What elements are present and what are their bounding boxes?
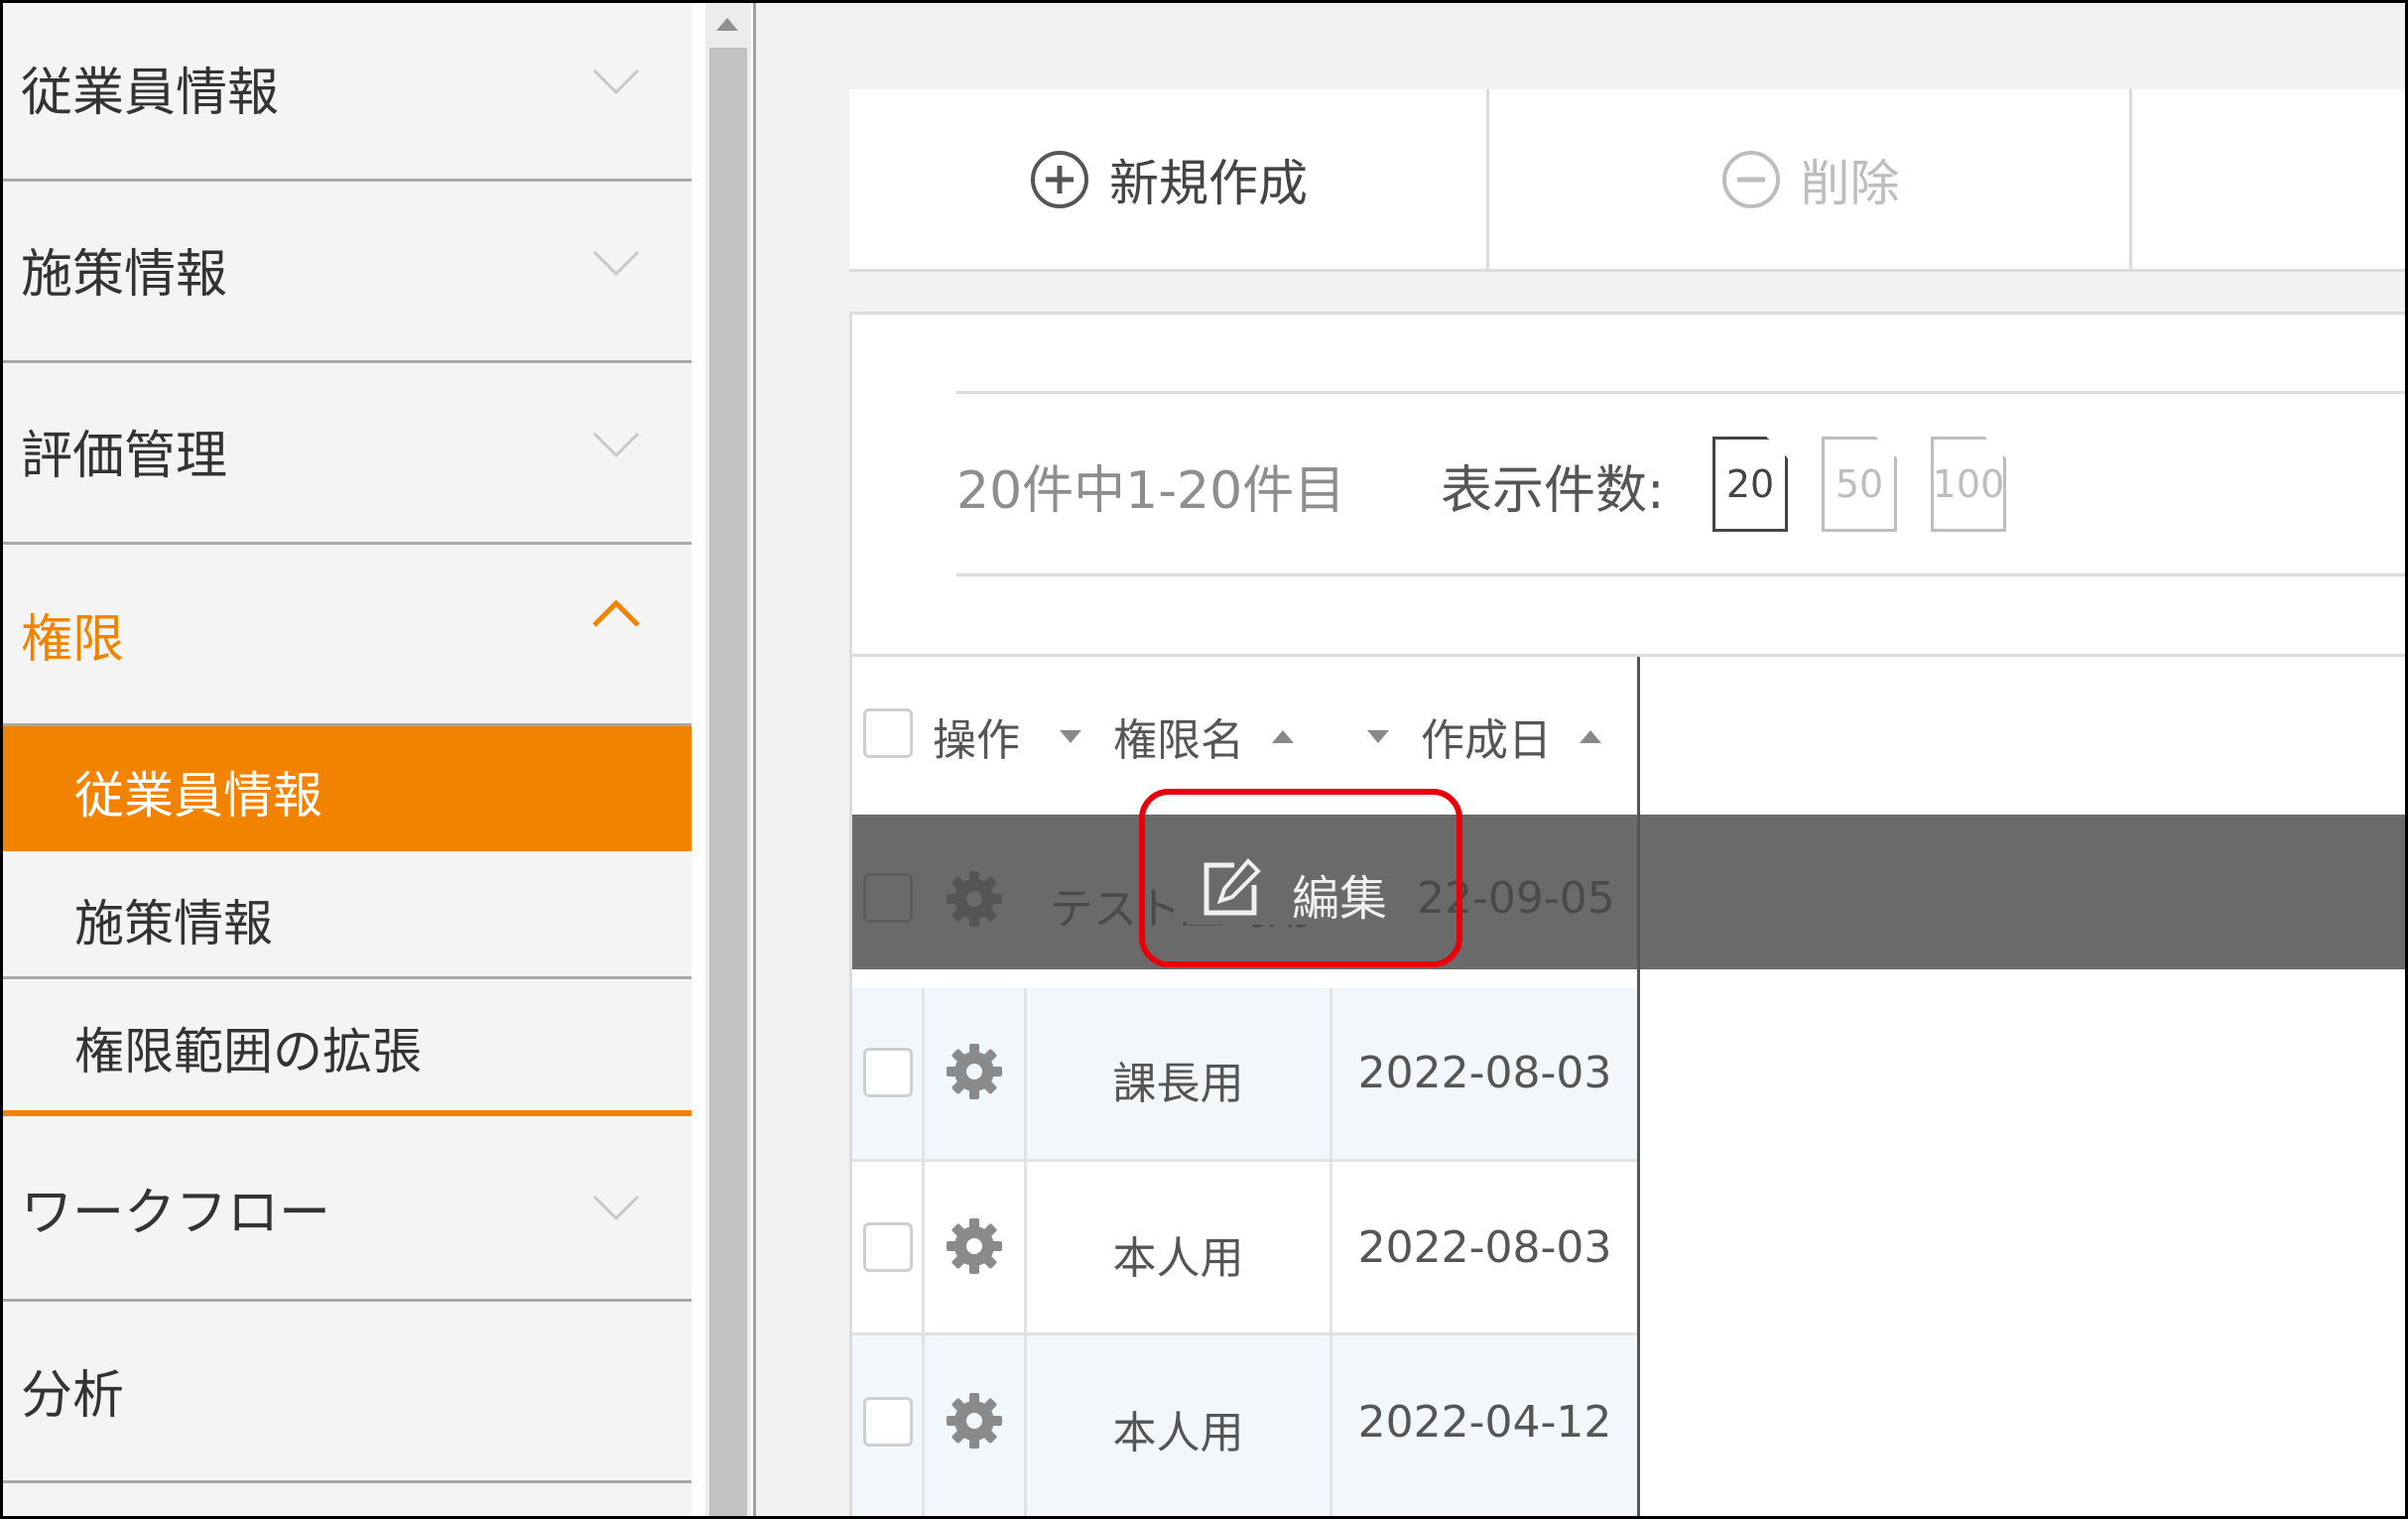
minus-circle-icon bbox=[1721, 150, 1780, 208]
sidebar-item-analysis[interactable]: 分析 bbox=[3, 1302, 692, 1483]
page-size-100[interactable]: 100 bbox=[1931, 437, 2006, 532]
row-permission-name: 課長用 bbox=[1112, 1059, 1244, 1109]
row-checkbox[interactable] bbox=[863, 1048, 913, 1097]
scroll-up-arrow-icon[interactable] bbox=[716, 18, 738, 31]
chevron-down-icon bbox=[592, 1195, 640, 1221]
row-created-date: 2022-08-03 bbox=[1357, 1222, 1612, 1273]
sidebar-subitem-label: 施策情報 bbox=[74, 895, 273, 952]
sidebar-subitem-label: 権限範囲の拡張 bbox=[74, 1023, 422, 1080]
row-checkbox[interactable] bbox=[863, 1397, 913, 1447]
sidebar-item-evaluation[interactable]: 評価管理 bbox=[3, 366, 692, 545]
sidebar-subitem-permission-scope[interactable]: 権限範囲の拡張 bbox=[3, 982, 692, 1107]
chevron-down-icon bbox=[592, 250, 640, 277]
sort-asc-icon[interactable] bbox=[1272, 730, 1294, 743]
sidebar-subitem-employee-info[interactable]: 従業員情報 bbox=[3, 726, 692, 851]
scrollbar-thumb[interactable] bbox=[709, 48, 747, 1516]
row-permission-name: 本人用 bbox=[1112, 1233, 1244, 1284]
gear-icon[interactable] bbox=[943, 1040, 1006, 1103]
plus-circle-icon bbox=[1031, 150, 1088, 208]
toolbar: 新規作成 削除 bbox=[849, 89, 2405, 272]
chevron-down-icon bbox=[592, 68, 640, 95]
sidebar-item-workflow[interactable]: ワークフロー bbox=[3, 1119, 692, 1302]
toolbar-separator bbox=[2129, 89, 2132, 269]
delete-button[interactable]: 削除 bbox=[1489, 89, 2129, 269]
sort-desc-icon[interactable] bbox=[1367, 730, 1389, 743]
row-checkbox[interactable] bbox=[863, 1222, 913, 1272]
pagination-bottom-border bbox=[956, 573, 2405, 576]
sidebar-subitem-label: 従業員情報 bbox=[74, 767, 322, 824]
chevron-up-icon bbox=[592, 599, 640, 627]
sidebar: 従業員情報 施策情報 評価管理 権限 従業員情報 施策情報 権限範囲の拡張 ワー… bbox=[3, 3, 692, 1516]
new-button[interactable]: 新規作成 bbox=[849, 89, 1486, 269]
sidebar-item-label: 権限 bbox=[21, 610, 125, 670]
header-action: 操作 bbox=[933, 715, 1020, 766]
sidebar-item-label: ワークフロー bbox=[21, 1184, 331, 1243]
row-permission-name: 本人用 bbox=[1112, 1408, 1244, 1458]
sidebar-item-measure-info[interactable]: 施策情報 bbox=[3, 185, 692, 363]
sidebar-item-permissions[interactable]: 権限 bbox=[3, 548, 692, 726]
gear-icon[interactable] bbox=[943, 1389, 1006, 1453]
sidebar-item-label: 評価管理 bbox=[21, 427, 228, 486]
row-checkbox[interactable] bbox=[863, 873, 913, 923]
new-button-label: 新規作成 bbox=[1109, 154, 1308, 212]
sort-desc-icon[interactable] bbox=[1060, 730, 1081, 743]
header-permission-name[interactable]: 権限名 bbox=[1113, 704, 1244, 768]
delete-button-label: 削除 bbox=[1800, 154, 1900, 212]
page-size-50[interactable]: 50 bbox=[1822, 437, 1897, 532]
group-divider bbox=[3, 1110, 692, 1116]
gear-icon[interactable] bbox=[943, 867, 1006, 931]
table-top-border bbox=[852, 654, 2405, 657]
highlight-annotation bbox=[1139, 789, 1462, 967]
row-created-date: 2022-04-12 bbox=[1357, 1397, 1612, 1448]
chevron-down-icon bbox=[592, 432, 640, 458]
page-size-label: 表示件数: bbox=[1441, 461, 1665, 521]
page-size-20[interactable]: 20 bbox=[1712, 437, 1788, 532]
sidebar-item-label: 従業員情報 bbox=[21, 63, 280, 123]
select-all-checkbox[interactable] bbox=[863, 708, 913, 758]
row-created-date: 2022-08-03 bbox=[1357, 1048, 1612, 1098]
result-count: 20件中1-20件目 bbox=[956, 461, 1346, 521]
sidebar-item-label: 施策情報 bbox=[21, 245, 228, 305]
table-right-border bbox=[1637, 657, 1640, 1516]
sidebar-item-employee-info[interactable]: 従業員情報 bbox=[3, 3, 692, 182]
sidebar-item-label: 分析 bbox=[21, 1366, 125, 1426]
sort-asc-icon[interactable] bbox=[1580, 730, 1601, 743]
gear-icon[interactable] bbox=[943, 1214, 1006, 1278]
header-created-date[interactable]: 作成日 bbox=[1421, 704, 1552, 768]
sidebar-subitem-measure-info[interactable]: 施策情報 bbox=[3, 854, 692, 979]
pagination-top-border bbox=[956, 391, 2405, 394]
